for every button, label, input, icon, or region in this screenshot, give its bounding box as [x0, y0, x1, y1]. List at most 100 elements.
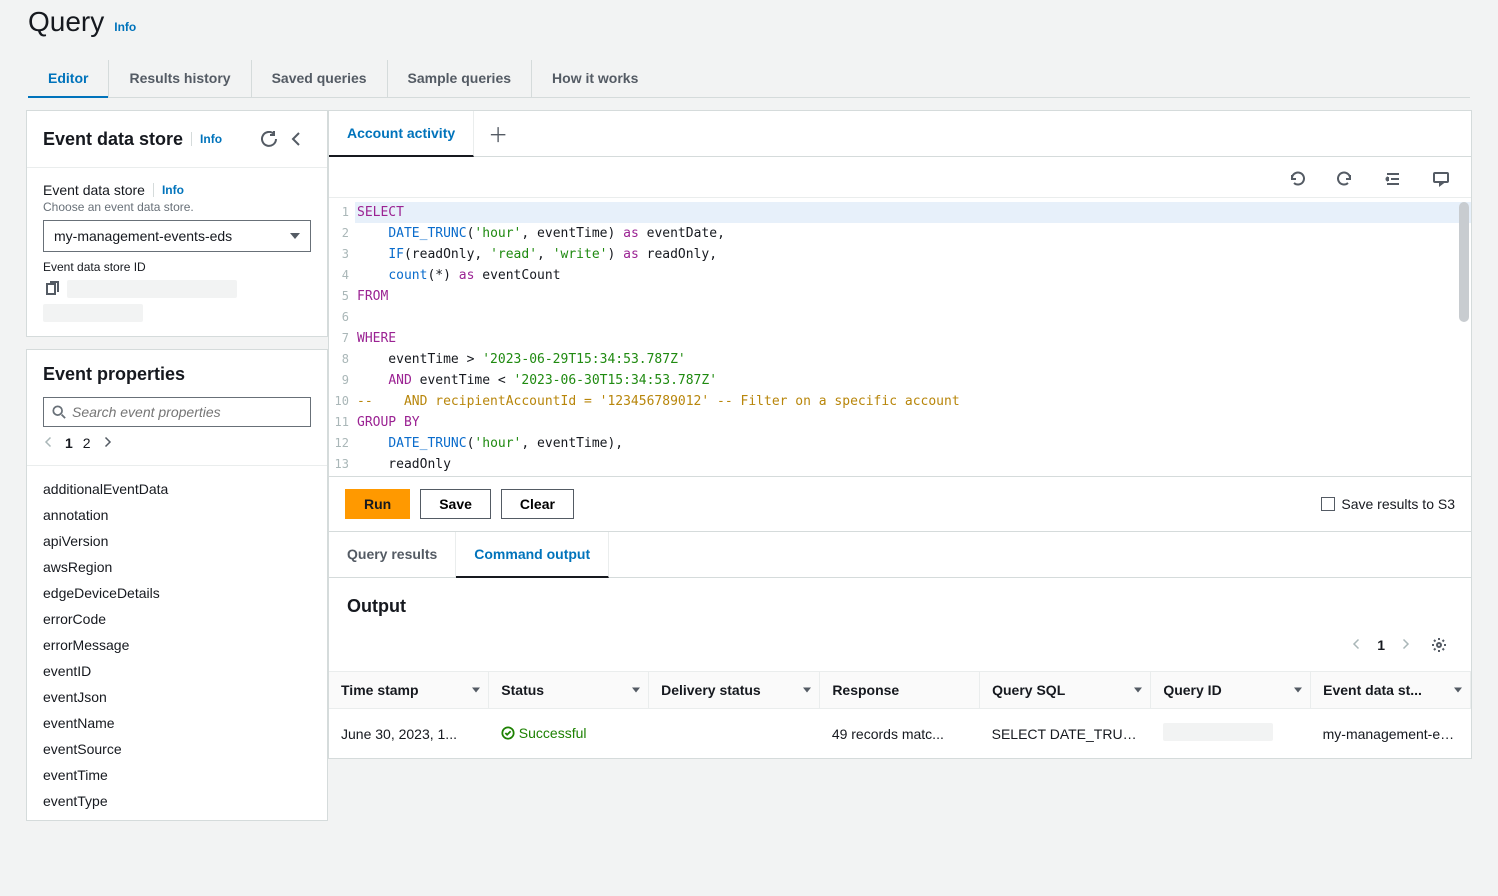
list-item[interactable]: eventType — [43, 788, 311, 814]
eds-id-value-2 — [43, 304, 143, 322]
props-search-input[interactable] — [72, 404, 302, 420]
col-query-id[interactable]: Query ID — [1151, 672, 1311, 709]
top-tabs: Editor Results history Saved queries Sam… — [28, 60, 1470, 98]
save-button[interactable]: Save — [420, 489, 491, 519]
output-page-number: 1 — [1377, 637, 1385, 653]
list-item[interactable]: annotation — [43, 502, 311, 528]
col-status[interactable]: Status — [489, 672, 649, 709]
editor-code[interactable]: SELECT DATE_TRUNC('hour', eventTime) as … — [355, 198, 1471, 476]
eds-id-value — [67, 280, 237, 298]
success-check-icon — [501, 726, 515, 740]
props-list: additionalEventData annotation apiVersio… — [27, 466, 327, 820]
tab-how-it-works[interactable]: How it works — [531, 60, 658, 97]
main-panel: Account activity ＋ 12345678910111213 SEL… — [328, 110, 1472, 759]
list-item[interactable]: awsRegion — [43, 554, 311, 580]
eds-hint: Choose an event data store. — [43, 200, 311, 214]
copy-icon[interactable] — [43, 280, 61, 298]
editor-gutter: 12345678910111213 — [329, 198, 355, 476]
settings-gear-icon[interactable] — [1425, 631, 1453, 659]
sort-icon — [1294, 688, 1302, 693]
cell-status: Successful — [489, 709, 649, 759]
tab-results-history[interactable]: Results history — [108, 60, 250, 97]
eds-select[interactable]: my-management-events-eds — [43, 220, 311, 252]
cell-sql: SELECT DATE_TRUNC( — [980, 709, 1151, 759]
list-item[interactable]: errorMessage — [43, 632, 311, 658]
props-pager: 1 2 — [43, 435, 311, 451]
list-item[interactable]: eventSource — [43, 736, 311, 762]
eds-field-info[interactable]: Info — [162, 183, 184, 197]
refresh-icon[interactable] — [255, 125, 283, 153]
props-page-1[interactable]: 1 — [65, 435, 73, 451]
caret-down-icon — [290, 233, 300, 239]
col-response[interactable]: Response — [820, 672, 980, 709]
eds-panel-title: Event data store — [43, 129, 183, 150]
editor-scrollbar[interactable] — [1459, 202, 1469, 322]
save-to-s3-label: Save results to S3 — [1341, 496, 1455, 512]
page-header: Query Info — [0, 0, 1498, 38]
col-query-sql[interactable]: Query SQL — [980, 672, 1151, 709]
list-item[interactable]: edgeDeviceDetails — [43, 580, 311, 606]
cell-eds: my-management-even — [1311, 709, 1471, 759]
clear-button[interactable]: Clear — [501, 489, 574, 519]
output-title: Output — [347, 596, 1453, 617]
format-icon[interactable] — [1379, 165, 1407, 193]
tab-query-results[interactable]: Query results — [329, 532, 456, 577]
cell-delivery — [649, 709, 820, 759]
col-eds[interactable]: Event data st... — [1311, 672, 1471, 709]
props-search[interactable] — [43, 397, 311, 427]
query-tabs: Account activity ＋ — [329, 111, 1471, 157]
save-to-s3-checkbox[interactable]: Save results to S3 — [1321, 496, 1455, 512]
output-pager: 1 — [329, 625, 1471, 671]
table-header-row: Time stamp Status Delivery status Respon… — [329, 672, 1471, 709]
list-item[interactable]: eventID — [43, 658, 311, 684]
list-item[interactable]: eventName — [43, 710, 311, 736]
sort-icon — [1134, 688, 1142, 693]
eds-select-value: my-management-events-eds — [54, 228, 232, 244]
redo-icon[interactable] — [1331, 165, 1359, 193]
list-item[interactable]: eventTime — [43, 762, 311, 788]
sort-icon — [632, 688, 640, 693]
col-delivery[interactable]: Delivery status — [649, 672, 820, 709]
editor-toolbar — [329, 157, 1471, 197]
page-info-link[interactable]: Info — [114, 20, 136, 34]
cell-query-id — [1151, 709, 1311, 759]
props-page-2[interactable]: 2 — [83, 435, 91, 451]
output-prev-icon — [1351, 637, 1363, 653]
col-timestamp[interactable]: Time stamp — [329, 672, 489, 709]
list-item[interactable]: additionalEventData — [43, 476, 311, 502]
event-properties-panel: Event properties 1 2 — [26, 349, 328, 821]
props-prev-icon — [43, 435, 55, 451]
event-data-store-panel: Event data store Info Event data store I… — [26, 110, 328, 337]
eds-field-label: Event data store — [43, 182, 145, 198]
tab-editor[interactable]: Editor — [28, 60, 108, 98]
result-tabs: Query results Command output — [329, 531, 1471, 578]
tab-sample-queries[interactable]: Sample queries — [387, 60, 532, 97]
sort-icon — [472, 688, 480, 693]
collapse-sidebar-icon[interactable] — [283, 125, 311, 153]
undo-icon[interactable] — [1283, 165, 1311, 193]
list-item[interactable]: eventJson — [43, 684, 311, 710]
search-icon — [52, 405, 66, 419]
run-row: Run Save Clear Save results to S3 — [329, 477, 1471, 531]
output-table: Time stamp Status Delivery status Respon… — [329, 671, 1471, 758]
checkbox-icon — [1321, 497, 1335, 511]
list-item[interactable]: errorCode — [43, 606, 311, 632]
props-next-icon[interactable] — [101, 435, 113, 451]
run-button[interactable]: Run — [345, 489, 410, 519]
query-tab-account-activity[interactable]: Account activity — [329, 111, 474, 157]
add-query-tab-icon[interactable]: ＋ — [474, 119, 522, 148]
list-item[interactable]: apiVersion — [43, 528, 311, 554]
comment-icon[interactable] — [1427, 165, 1455, 193]
tab-command-output[interactable]: Command output — [456, 532, 609, 578]
page-title: Query — [28, 6, 104, 38]
output-header: Output — [329, 578, 1471, 625]
table-row[interactable]: June 30, 2023, 1... Successful 49 record… — [329, 709, 1471, 759]
eds-panel-info[interactable]: Info — [191, 132, 222, 146]
cell-timestamp: June 30, 2023, 1... — [329, 709, 489, 759]
sort-icon — [803, 688, 811, 693]
props-title: Event properties — [43, 364, 311, 385]
sort-icon — [1454, 688, 1462, 693]
output-next-icon — [1399, 637, 1411, 653]
sql-editor[interactable]: 12345678910111213 SELECT DATE_TRUNC('hou… — [329, 197, 1471, 477]
tab-saved-queries[interactable]: Saved queries — [251, 60, 387, 97]
